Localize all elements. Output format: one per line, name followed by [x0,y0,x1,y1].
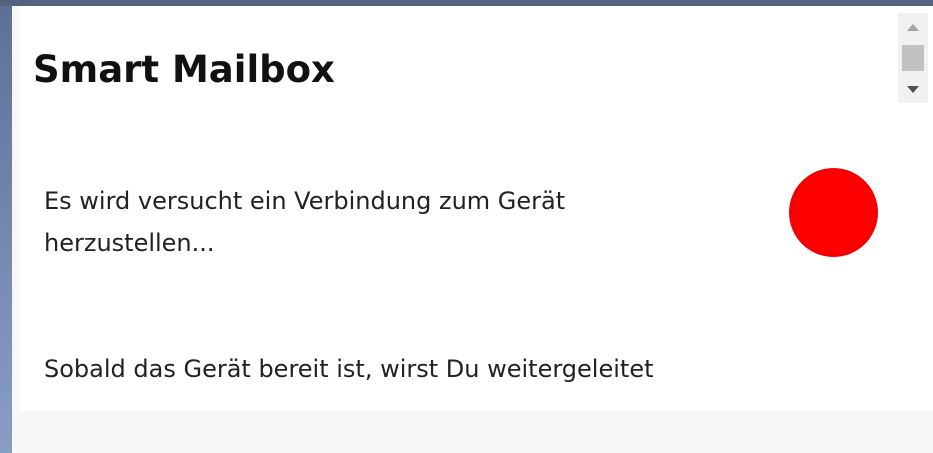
redirect-message: Sobald das Gerät bereit ist, wirst Du we… [44,355,654,383]
page-title: Smart Mailbox [33,48,335,91]
main-panel: Smart Mailbox Es wird versucht ein Verbi… [20,6,933,411]
connection-status-indicator-icon [789,168,878,257]
scrollbar-thumb[interactable] [902,45,924,71]
vertical-scrollbar[interactable] [898,13,928,103]
scroll-down-arrow-icon[interactable] [898,79,928,99]
scroll-up-arrow-icon[interactable] [898,17,928,37]
connection-status-text: Es wird versucht ein Verbindung zum Gerä… [44,187,566,257]
